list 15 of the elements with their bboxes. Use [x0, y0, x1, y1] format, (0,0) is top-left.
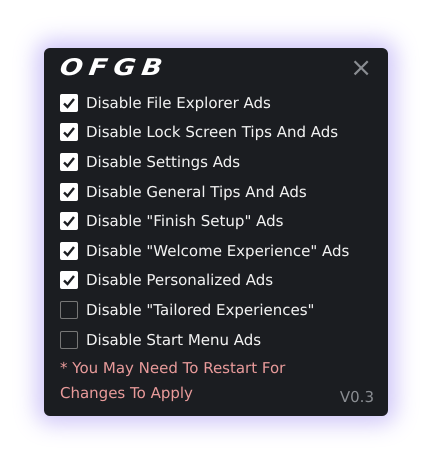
option-label[interactable]: Disable Personalized Ads: [86, 271, 274, 290]
close-button[interactable]: ×: [348, 55, 374, 81]
option-label[interactable]: Disable Lock Screen Tips And Ads: [86, 123, 338, 142]
restart-note: * You May Need To Restart For Changes To Apply: [60, 358, 286, 404]
option-label[interactable]: Disable File Explorer Ads: [86, 94, 271, 112]
app-logo: OFGB: [58, 56, 170, 80]
option-label[interactable]: Disable Settings Ads: [86, 152, 240, 171]
option-label[interactable]: Disable "Tailored Experiences": [86, 300, 314, 319]
option-label[interactable]: Disable Start Menu Ads: [86, 330, 262, 349]
option-label[interactable]: Disable "Welcome Experience" Ads: [86, 242, 350, 260]
version-label: V0.3: [340, 388, 374, 406]
option-label[interactable]: Disable General Tips And Ads: [86, 182, 307, 201]
checkbox[interactable]: [60, 300, 78, 319]
checkbox[interactable]: [60, 330, 78, 349]
option-label[interactable]: Disable "Finish Setup" Ads: [86, 212, 284, 230]
